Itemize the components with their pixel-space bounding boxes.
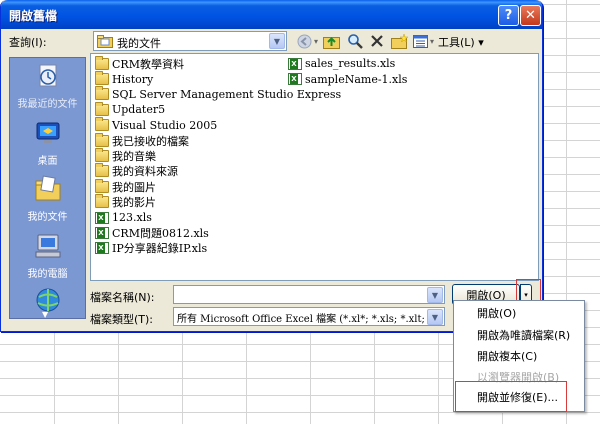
chevron-down-icon[interactable]: ▼ xyxy=(427,287,443,303)
views-button[interactable] xyxy=(411,32,429,50)
excel-file-icon xyxy=(288,57,302,70)
file-name: 我已接收的檔案 xyxy=(112,134,189,148)
file-name: SQL Server Management Studio Express xyxy=(112,87,342,101)
file-item[interactable]: 我的圖片 xyxy=(93,178,341,194)
file-name: 我的音樂 xyxy=(112,150,156,164)
help-icon: ? xyxy=(504,8,513,23)
place-my-computer[interactable]: 我的電腦 xyxy=(10,232,85,280)
my-documents-small-icon xyxy=(97,35,113,48)
folder-icon xyxy=(95,101,109,116)
file-item[interactable]: 我的音樂 xyxy=(93,148,341,163)
file-item[interactable]: IP分享器紀錄IP.xls xyxy=(93,241,341,256)
my-documents-icon xyxy=(35,175,60,201)
chevron-down-icon[interactable]: ▼ xyxy=(427,309,443,325)
filename-label: 檔案名稱(N): xyxy=(90,291,155,304)
file-list: CRM教學資料 History SQL Server Management Stud… xyxy=(90,53,539,281)
back-button[interactable] xyxy=(294,32,314,50)
excel-file-icon xyxy=(95,242,109,255)
folder-icon xyxy=(95,148,109,163)
new-folder-icon xyxy=(390,33,408,49)
lookin-combo[interactable]: 我的文件 ▼ xyxy=(93,31,287,51)
folder-icon xyxy=(95,194,109,209)
file-name: 我的圖片 xyxy=(112,180,156,194)
file-name: Visual Studio 2005 xyxy=(112,118,218,132)
close-button[interactable]: ✕ xyxy=(520,5,541,26)
place-label: 我的電腦 xyxy=(27,269,68,280)
file-item[interactable]: Visual Studio 2005 xyxy=(93,117,341,133)
search-web-icon xyxy=(348,34,363,49)
tools-menu-button[interactable]: 工具(L) ▾ xyxy=(438,34,484,50)
views-dropdown[interactable]: ▾ xyxy=(428,32,436,50)
file-name: sampleName-1.xls xyxy=(305,72,408,86)
new-folder-button[interactable] xyxy=(389,32,409,50)
file-item[interactable]: 123.xls xyxy=(93,210,341,225)
filename-input[interactable]: ▼ xyxy=(173,285,445,304)
close-icon: ✕ xyxy=(525,8,536,23)
file-name: 123.xls xyxy=(112,211,152,225)
file-name: CRM問題0812.xls xyxy=(112,227,209,240)
my-computer-icon xyxy=(35,234,60,258)
places-scroll-down[interactable]: ▼ xyxy=(42,310,48,318)
dialog-title: 開啟舊檔 xyxy=(9,9,58,23)
folder-icon xyxy=(95,55,109,70)
place-label: 我的文件 xyxy=(27,212,68,223)
recent-docs-icon xyxy=(39,64,56,87)
menu-item-open-read-only[interactable]: 開啟為唯讀檔案(R) xyxy=(454,325,584,345)
title-bar[interactable]: 開啟舊檔 ? ✕ xyxy=(1,0,542,29)
file-name: 我的影片 xyxy=(112,196,156,210)
place-my-documents[interactable]: 我的文件 xyxy=(10,175,85,223)
help-button[interactable]: ? xyxy=(498,5,519,26)
menu-item-open-copy[interactable]: 開啟複本(C) xyxy=(454,346,584,366)
highlight-box-open-repair xyxy=(455,381,567,412)
file-item[interactable]: 我已接收的檔案 xyxy=(93,132,341,148)
up-folder-icon xyxy=(322,36,340,49)
file-name: History xyxy=(112,72,154,86)
file-item[interactable]: 我的資料來源 xyxy=(93,163,341,179)
lookin-value: 我的文件 xyxy=(117,37,161,50)
lookin-label: 查詢(I): xyxy=(9,36,47,49)
search-web-button[interactable] xyxy=(345,32,365,50)
file-item[interactable]: CRM問題0812.xls xyxy=(93,225,341,240)
open-file-dialog: 開啟舊檔 ? ✕ 查詢(I): 我的文件 ▼ ▾ ▾ 工具(L) ▾ 我最近的文 xyxy=(0,0,543,332)
file-name: sales_results.xls xyxy=(305,57,396,71)
excel-file-icon xyxy=(95,226,109,239)
back-dropdown[interactable]: ▾ xyxy=(312,32,320,50)
back-icon xyxy=(297,34,311,48)
chevron-down-icon[interactable]: ▼ xyxy=(269,33,285,49)
file-item[interactable]: sampleName-1.xls xyxy=(286,71,407,86)
places-bar: 我最近的文件 桌面 我的文件 我的電腦 ▼ xyxy=(9,57,86,319)
place-desktop[interactable]: 桌面 xyxy=(10,119,85,167)
folder-icon xyxy=(95,163,109,178)
file-name: 我的資料來源 xyxy=(112,165,178,179)
folder-icon xyxy=(95,117,109,132)
filetype-label: 檔案類型(T): xyxy=(90,313,154,326)
place-recent-docs[interactable]: 我最近的文件 xyxy=(10,62,85,110)
folder-icon xyxy=(95,86,109,101)
file-column-right: sales_results.xlssampleName-1.xls xyxy=(286,56,407,87)
filetype-select[interactable]: 所有 Microsoft Office Excel 檔案 (*.xl*; *.x… xyxy=(173,307,445,326)
file-item[interactable]: Updater5 xyxy=(93,101,341,117)
place-label: 我最近的文件 xyxy=(17,99,78,110)
file-item[interactable]: SQL Server Management Studio Express xyxy=(93,86,342,102)
file-name: IP分享器紀錄IP.xls xyxy=(112,242,208,256)
file-name: Updater5 xyxy=(112,103,166,117)
excel-file-icon xyxy=(95,211,109,224)
filetype-value: 所有 Microsoft Office Excel 檔案 (*.xl*; *.x… xyxy=(177,314,427,325)
views-icon xyxy=(412,34,428,48)
place-label: 桌面 xyxy=(37,156,58,167)
folder-icon xyxy=(95,132,109,147)
desktop-icon xyxy=(36,122,59,143)
file-item[interactable]: 我的影片 xyxy=(93,194,341,210)
up-folder-button[interactable] xyxy=(321,32,341,50)
folder-icon xyxy=(95,71,109,86)
menu-item-open[interactable]: 開啟(O) xyxy=(454,303,584,323)
file-item[interactable]: sales_results.xls xyxy=(286,56,407,71)
excel-file-icon xyxy=(288,73,302,86)
delete-button[interactable] xyxy=(367,32,387,50)
file-name: CRM教學資料 xyxy=(112,57,184,71)
folder-icon xyxy=(95,178,109,193)
delete-icon xyxy=(371,35,383,47)
